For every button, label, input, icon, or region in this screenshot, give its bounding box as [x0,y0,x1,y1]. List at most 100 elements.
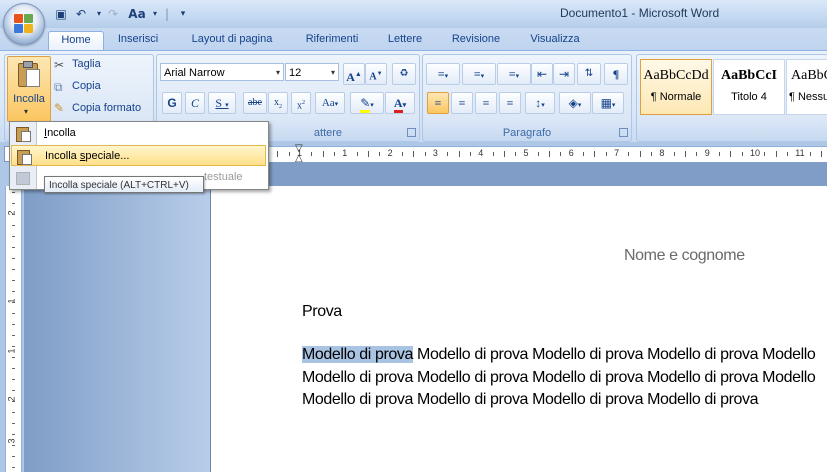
ruler-tick [628,152,630,156]
ruler-number: 4 [478,148,484,158]
paste-button[interactable]: Incolla ▾ [7,56,51,122]
office-button[interactable] [3,3,45,45]
indent-marker-icon[interactable]: ▽ △ [295,144,305,164]
font-name-value: Arial Narrow [164,67,225,79]
window-title: Documento1 - Microsoft Word [560,6,720,20]
style-name: Titolo 4 [731,91,767,103]
tab-references[interactable]: Riferimenti [294,31,370,50]
ruler-tick [639,151,641,157]
undo-icon[interactable]: ↶ [72,5,90,23]
tab-insert[interactable]: Inserisci [108,31,168,50]
sort-icon[interactable]: ⇅ [577,63,601,85]
copy-button[interactable]: Copia [72,80,101,92]
copy-icon: ⧉ [54,80,63,94]
style-name: ¶ Nessuna [789,91,827,103]
horizontal-ruler[interactable]: 211234567891011 [232,146,827,163]
customize-qat-icon[interactable]: ▾ [174,5,192,23]
ruler-tick [820,151,822,157]
paste-label: Incolla [13,93,45,105]
ruler-number: 5 [523,148,529,158]
chevron-down-icon: ▾ [275,68,280,77]
ruler-tick [730,151,732,157]
ruler-number: 10 [750,148,761,158]
underline-button[interactable]: S ▾ [208,92,236,114]
vruler-tick [12,346,15,347]
font-size-input[interactable]: 12 ▾ [285,63,339,81]
paste-dropdown-icon: ▾ [24,107,29,116]
font-name-input[interactable]: Arial Narrow ▾ [160,63,284,81]
style-normal[interactable]: AaBbCcDd ¶ Normale [640,59,712,115]
line-spacing-icon[interactable]: ↕▾ [525,92,555,114]
italic-button[interactable]: C [185,92,205,114]
strikethrough-icon[interactable]: abe [243,92,267,114]
ruler-number: 9 [704,148,710,158]
tab-home[interactable]: Home [48,31,104,51]
vruler-tick [12,313,15,314]
paragraph-dialog-launcher-icon[interactable] [619,128,628,137]
style-sample: AaBbCcI [791,68,827,83]
shrink-font-button[interactable]: A▼ [365,63,387,85]
ruler-number: 6 [568,148,574,158]
font-color-icon[interactable]: A▾ [385,92,415,114]
decrease-indent-icon[interactable]: ⇤ [531,63,553,85]
tab-review[interactable]: Revisione [444,31,508,50]
document-line-3: Modello di prova Modello di prova Modell… [302,391,759,408]
tooltip: Incolla speciale (ALT+CTRL+V) [44,176,204,193]
ruler-number: 7 [614,148,620,158]
scissors-icon: ✂ [54,58,65,72]
office-logo-icon [14,14,34,34]
format-painter-button[interactable]: Copia formato [72,102,141,114]
change-case-icon[interactable]: Aa▾ [315,92,345,114]
paragraph-group-label: Paragrafo [502,127,552,139]
align-right-icon[interactable]: ≡ [475,92,497,114]
tab-page-layout[interactable]: Layout di pagina [180,31,284,50]
shading-icon[interactable]: ◈▾ [559,92,591,114]
grow-font-button[interactable]: A▲ [343,63,365,85]
ruler-tick [809,152,811,156]
show-marks-icon[interactable]: ¶ [604,63,628,85]
ruler-tick [367,151,369,157]
vruler-tick [12,258,15,259]
paste-icon [15,126,31,142]
style-sample: AaBbCcI [720,68,777,83]
tab-mailings[interactable]: Lettere [380,31,430,50]
highlight-color-icon[interactable]: ✎▾ [350,92,384,114]
menu-item-paste-special[interactable]: Incolla speciale... [11,145,266,166]
line-1-rest: Modello di prova Modello di prova Modell… [413,346,816,363]
cut-button[interactable]: Taglia [72,58,101,70]
style-sample: AaBbCcDd [643,68,709,83]
redo-icon[interactable]: ↷ [104,5,122,23]
save-icon[interactable]: ▣ [52,5,70,23]
multilevel-list-icon[interactable]: ≡▾ [497,63,531,85]
font-dialog-launcher-icon[interactable] [407,128,416,137]
justify-icon[interactable]: ≡ [499,92,521,114]
ruler-tick [469,152,471,156]
vruler-tick [12,357,15,358]
align-left-icon[interactable]: ≡ [427,92,449,114]
increase-indent-icon[interactable]: ⇥ [553,63,575,85]
clear-formatting-icon[interactable]: ♻ [392,63,416,85]
vruler-tick [12,379,15,380]
vruler-tick [12,467,15,468]
borders-icon[interactable]: ▦▾ [592,92,624,114]
vruler-tick [12,192,15,193]
style-heading-4[interactable]: AaBbCcI Titolo 4 [713,59,785,115]
tab-view[interactable]: Visualizza [522,31,588,50]
bold-button[interactable]: G [162,92,182,114]
vruler-tick [12,280,15,281]
style-no-spacing[interactable]: AaBbCcI ¶ Nessuna [786,59,827,115]
ruler-tick [503,151,505,157]
vertical-ruler[interactable]: 21123 [5,186,22,472]
align-center-icon[interactable]: ≡ [451,92,473,114]
superscript-icon[interactable]: x2 [291,92,311,114]
vruler-tick [12,401,15,402]
menu-item-paste[interactable]: Incolla [11,123,266,144]
document-page[interactable] [210,186,827,472]
ruler-number: 1 [342,148,348,158]
bullets-icon[interactable]: ≡▾ [426,63,460,85]
vruler-tick [12,269,15,270]
font-size-qat-button[interactable]: Aa [126,5,148,23]
ruler-number: 2 [387,148,393,158]
numbering-icon[interactable]: ≡▾ [462,63,496,85]
subscript-icon[interactable]: x2 [268,92,288,114]
